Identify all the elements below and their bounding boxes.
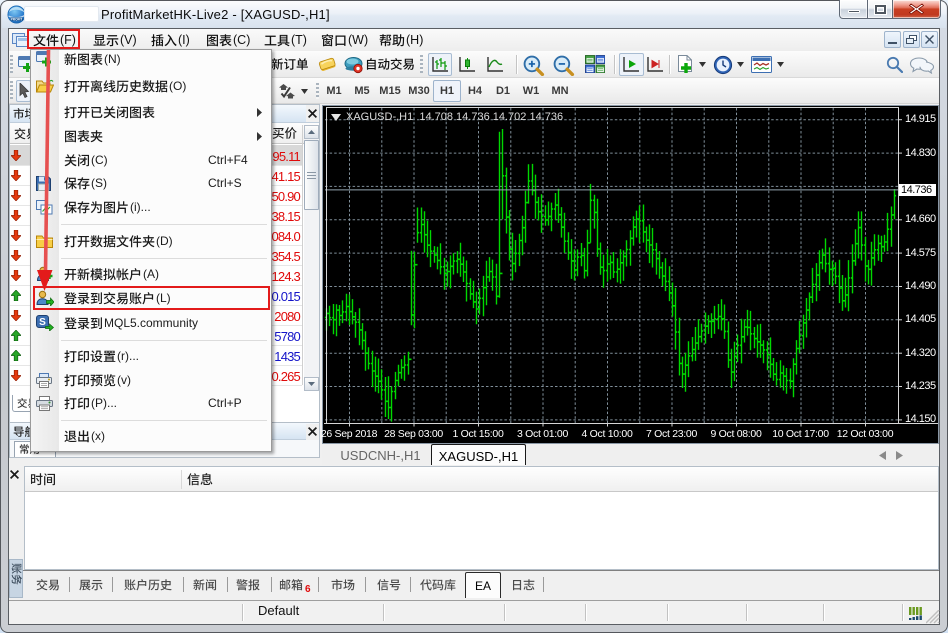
svg-text:S: S [39, 317, 46, 328]
